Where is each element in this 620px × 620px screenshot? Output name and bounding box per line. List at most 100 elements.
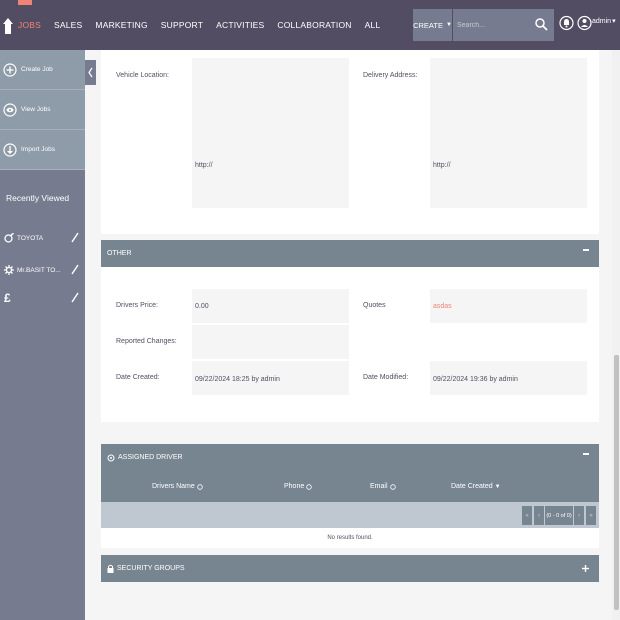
quotes-value[interactable]: asdas [433,303,452,310]
sidebar-action-import-jobs[interactable]: Import Jobs [0,130,85,170]
assigned-driver-header[interactable]: ASSIGNED DRIVER [101,444,599,471]
vehicle-location-link[interactable]: http:// [195,162,213,169]
eye-circle-icon [3,102,17,117]
sort-desc-icon: ▼ [494,483,501,490]
sort-icon [389,483,396,490]
pound-icon: £ [4,291,11,305]
gear-icon [4,265,14,275]
pagination-first-button[interactable]: « [522,506,532,525]
location-panel: Vehicle Location: http:// Delivery Addre… [101,50,599,234]
sort-icon [197,483,203,490]
main-nav: JOBS SALES MARKETING SUPPORT ACTIVITIES … [18,0,393,50]
expand-plus-icon[interactable] [582,565,589,572]
recent-item-label: Mr.BASIT TO... [17,266,61,274]
assigned-driver-title: ASSIGNED DRIVER [118,454,183,461]
nav-item-marketing[interactable]: MARKETING [95,0,147,50]
pencil-icon[interactable] [71,292,79,303]
collapse-minus-icon[interactable] [583,453,589,455]
security-groups-title: SECURITY GROUPS [117,565,185,572]
reported-changes-field [192,325,349,359]
security-groups-header[interactable]: SECURITY GROUPS [101,555,599,582]
column-label: Drivers Name [152,483,195,490]
pagination-last-button[interactable]: » [586,506,596,525]
recent-item-toyota[interactable]: TOYOTA [4,230,82,246]
lock-icon [107,564,114,573]
reported-changes-label: Reported Changes: [116,338,177,345]
recent-item-label: TOYOTA [17,234,44,242]
quotes-field: asdas [430,289,587,323]
vehicle-location-label: Vehicle Location: [116,72,169,79]
sidebar-collapse-button[interactable] [85,60,96,85]
other-panel-header[interactable]: OTHER [101,240,599,267]
sort-icon [306,483,312,490]
search-input[interactable] [453,9,533,41]
date-modified-label: Date Modified: [363,374,409,381]
column-label: Date Created [451,483,493,490]
create-button-label: CREATE [413,20,443,30]
page-scrollbar-thumb[interactable] [614,355,619,610]
date-modified-field: 09/22/2024 19:36 by admin [430,361,587,395]
plus-circle-icon [3,62,17,77]
top-navigation-bar: JOBS SALES MARKETING SUPPORT ACTIVITIES … [0,0,620,50]
user-name: admin [592,17,612,25]
pagination-prev-button[interactable]: ‹ [534,506,544,525]
column-email[interactable]: Email [370,483,396,490]
sidebar-action-create-job[interactable]: Create Job [0,50,85,90]
date-created-field: 09/22/2024 18:25 by admin [192,361,349,395]
column-label: Email [370,483,388,490]
pagination-count: (0 - 0 of 0) [545,506,573,525]
pencil-icon[interactable] [71,232,79,243]
delivery-address-value: http:// [430,58,587,208]
sidebar-action-view-jobs[interactable]: View Jobs [0,90,85,130]
assigned-driver-results: No results found. [101,528,599,548]
nav-item-sales[interactable]: SALES [54,0,82,50]
recently-viewed-title: Recently Viewed [6,193,70,203]
pagination-next-button[interactable]: › [574,506,584,525]
sidebar-action-label: Import Jobs [21,146,55,153]
drivers-price-field: 0.00 [192,289,349,323]
caret-down-icon: ▾ [612,18,616,25]
user-avatar-icon[interactable] [577,10,592,36]
delivery-address-label: Delivery Address: [363,72,418,79]
quotes-label: Quotes [363,302,386,309]
create-button[interactable]: CREATE ▼ [413,9,452,41]
home-icon[interactable] [3,18,13,34]
drivers-price-label: Drivers Price: [116,302,159,309]
sidebar-action-label: Create Job [21,66,53,73]
date-modified-value: 09/22/2024 19:36 by admin [433,376,518,383]
other-panel: Drivers Price: 0.00 Quotes asdas Reporte… [101,267,599,422]
search-box [453,9,554,41]
vehicle-location-value: http:// [192,58,349,208]
other-panel-title: OTHER [107,250,132,257]
wrench-icon [4,233,14,243]
nav-item-activities[interactable]: ACTIVITIES [216,0,264,50]
recent-item-pound[interactable]: £ [4,290,82,306]
import-circle-icon [3,142,17,157]
search-icon[interactable] [535,18,548,31]
pencil-icon[interactable] [71,264,79,275]
pagination-row: « ‹ (0 - 0 of 0) › » [101,502,599,528]
sidebar: Create Job View Jobs Import Jobs Recentl… [0,50,85,620]
driver-icon [107,454,115,461]
column-label: Phone [284,483,305,490]
collapse-minus-icon[interactable] [583,249,589,251]
no-results-message: No results found. [327,535,373,541]
assigned-driver-columns: Drivers Name Phone Email Date Created ▼ [101,471,599,502]
date-created-value: 09/22/2024 18:25 by admin [195,376,280,383]
nav-item-all[interactable]: ALL [365,0,381,50]
sidebar-action-label: View Jobs [21,106,51,113]
nav-item-collaboration[interactable]: COLLABORATION [277,0,351,50]
column-date-created[interactable]: Date Created ▼ [451,483,501,490]
user-menu[interactable]: admin ▾ [592,17,616,26]
column-drivers-name[interactable]: Drivers Name [152,483,203,490]
drivers-price-value: 0.00 [195,303,209,310]
column-phone[interactable]: Phone [284,483,312,490]
date-created-label: Date Created: [116,374,160,381]
chevron-left-icon [88,67,93,78]
nav-item-support[interactable]: SUPPORT [161,0,203,50]
caret-down-icon: ▼ [445,22,452,28]
delivery-address-link[interactable]: http:// [433,162,451,169]
notification-bell-icon[interactable] [559,10,574,36]
nav-item-jobs[interactable]: JOBS [18,0,41,50]
recent-item-mr-basit[interactable]: Mr.BASIT TO... [4,262,82,278]
